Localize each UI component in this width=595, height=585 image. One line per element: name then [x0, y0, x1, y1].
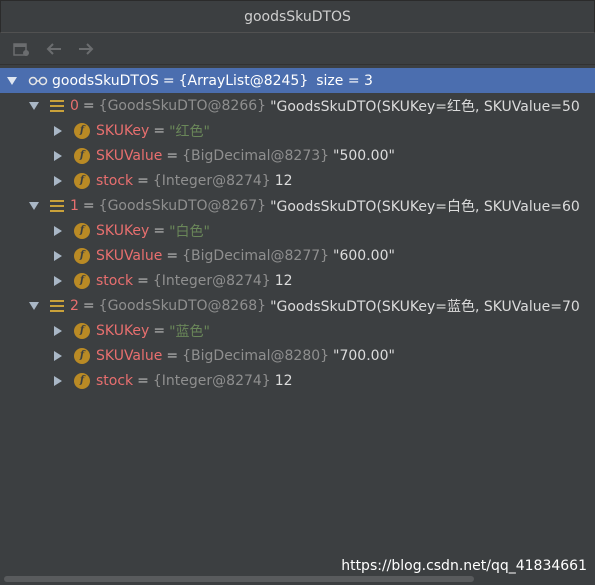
field-eq: =	[166, 347, 179, 364]
tree-node-item-0[interactable]: 0 = {GoodsSkuDTO@8266} "GoodsSkuDTO(SKUK…	[0, 93, 595, 118]
field-name: SKUValue	[96, 147, 163, 164]
field-eq: =	[137, 272, 149, 289]
field-eq: =	[137, 172, 149, 189]
field-value: 12	[274, 372, 293, 389]
collapse-toggle[interactable]	[28, 300, 40, 312]
field-name: SKUKey	[96, 122, 150, 139]
tree-node-field[interactable]: f SKUValue = {BigDecimal@8277} "600.00"	[0, 243, 595, 268]
root-name: goodsSkuDTOS	[52, 72, 159, 89]
field-value: "500.00"	[333, 147, 395, 164]
tree-node-field[interactable]: f stock = {Integer@8274} 12	[0, 368, 595, 393]
item-eq: =	[82, 297, 95, 314]
variables-tree: goodsSkuDTOS = {ArrayList@8245} size = 3…	[0, 68, 595, 572]
field-icon: f	[74, 247, 90, 264]
collapse-toggle[interactable]	[28, 200, 40, 212]
field-icon: f	[74, 222, 90, 239]
field-icon: f	[74, 322, 90, 339]
collapse-toggle[interactable]	[28, 100, 40, 112]
field-value: 12	[274, 172, 293, 189]
tree-node-root[interactable]: goodsSkuDTOS = {ArrayList@8245} size = 3	[0, 68, 595, 93]
field-eq: =	[153, 322, 166, 339]
toolbar	[0, 33, 595, 65]
watch-glasses-icon	[28, 76, 48, 86]
field-name: stock	[96, 272, 134, 289]
item-type: {GoodsSkuDTO@8267}	[98, 197, 267, 214]
collapse-toggle[interactable]	[6, 75, 18, 87]
object-icon	[50, 99, 64, 112]
field-type: {Integer@8274}	[152, 172, 271, 189]
item-type: {GoodsSkuDTO@8266}	[98, 97, 267, 114]
window-title: goodsSkuDTOS	[244, 8, 351, 25]
arrow-left-icon[interactable]	[42, 37, 66, 61]
field-type: {BigDecimal@8280}	[182, 347, 330, 364]
item-index: 2	[70, 297, 79, 314]
field-type: {Integer@8274}	[152, 272, 271, 289]
item-index: 0	[70, 97, 79, 114]
field-value: "蓝色"	[169, 323, 210, 340]
object-icon	[50, 299, 64, 312]
tree-node-field[interactable]: f stock = {Integer@8274} 12	[0, 168, 595, 193]
field-icon: f	[74, 372, 90, 389]
watermark: https://blog.csdn.net/qq_41834661	[341, 558, 587, 574]
tree-node-field[interactable]: f stock = {Integer@8274} 12	[0, 268, 595, 293]
field-icon: f	[74, 122, 90, 139]
field-eq: =	[166, 247, 179, 264]
field-type: {BigDecimal@8277}	[182, 247, 330, 264]
expand-toggle[interactable]	[52, 350, 64, 362]
tree-node-item-1[interactable]: 1 = {GoodsSkuDTO@8267} "GoodsSkuDTO(SKUK…	[0, 193, 595, 218]
field-type: {BigDecimal@8273}	[182, 147, 330, 164]
expand-toggle[interactable]	[52, 325, 64, 337]
item-eq: =	[82, 197, 95, 214]
field-icon: f	[74, 172, 90, 189]
field-name: stock	[96, 372, 134, 389]
expand-toggle[interactable]	[52, 275, 64, 287]
object-icon	[50, 199, 64, 212]
arrow-right-icon[interactable]	[74, 37, 98, 61]
field-name: SKUValue	[96, 247, 163, 264]
field-icon: f	[74, 347, 90, 364]
item-index: 1	[70, 197, 79, 214]
expand-toggle[interactable]	[52, 250, 64, 262]
field-value: "700.00"	[333, 347, 395, 364]
field-value: 12	[274, 272, 293, 289]
field-eq: =	[153, 122, 166, 139]
expand-toggle[interactable]	[52, 150, 64, 162]
restore-layout-icon[interactable]	[10, 37, 34, 61]
field-value: "600.00"	[333, 247, 395, 264]
field-icon: f	[74, 147, 90, 164]
field-icon: f	[74, 272, 90, 289]
tree-node-item-2[interactable]: 2 = {GoodsSkuDTO@8268} "GoodsSkuDTO(SKUK…	[0, 293, 595, 318]
tree-node-field[interactable]: f SKUKey = "红色"	[0, 118, 595, 143]
field-eq: =	[166, 147, 179, 164]
item-value: "GoodsSkuDTO(SKUKey=蓝色, SKUValue=70	[270, 298, 580, 315]
tree-node-field[interactable]: f SKUValue = {BigDecimal@8280} "700.00"	[0, 343, 595, 368]
field-name: stock	[96, 172, 134, 189]
field-value: "红色"	[169, 123, 210, 140]
expand-toggle[interactable]	[52, 225, 64, 237]
item-value: "GoodsSkuDTO(SKUKey=白色, SKUValue=60	[270, 198, 580, 215]
item-type: {GoodsSkuDTO@8268}	[98, 297, 267, 314]
scrollbar-thumb[interactable]	[4, 576, 474, 582]
field-name: SKUKey	[96, 322, 150, 339]
field-name: SKUValue	[96, 347, 163, 364]
expand-toggle[interactable]	[52, 175, 64, 187]
field-name: SKUKey	[96, 222, 150, 239]
item-eq: =	[82, 97, 95, 114]
tree-node-field[interactable]: f SKUValue = {BigDecimal@8273} "500.00"	[0, 143, 595, 168]
root-eq: =	[162, 72, 175, 89]
expand-toggle[interactable]	[52, 125, 64, 137]
field-value: "白色"	[169, 223, 210, 240]
field-eq: =	[153, 222, 166, 239]
expand-toggle[interactable]	[52, 375, 64, 387]
window-titlebar: goodsSkuDTOS	[0, 0, 595, 33]
item-value: "GoodsSkuDTO(SKUKey=红色, SKUValue=50	[270, 98, 580, 115]
tree-node-field[interactable]: f SKUKey = "白色"	[0, 218, 595, 243]
root-type: {ArrayList@8245}	[178, 72, 309, 89]
tree-node-field[interactable]: f SKUKey = "蓝色"	[0, 318, 595, 343]
horizontal-scrollbar[interactable]	[0, 573, 595, 585]
field-type: {Integer@8274}	[152, 372, 271, 389]
field-eq: =	[137, 372, 149, 389]
root-size: size = 3	[316, 72, 373, 89]
